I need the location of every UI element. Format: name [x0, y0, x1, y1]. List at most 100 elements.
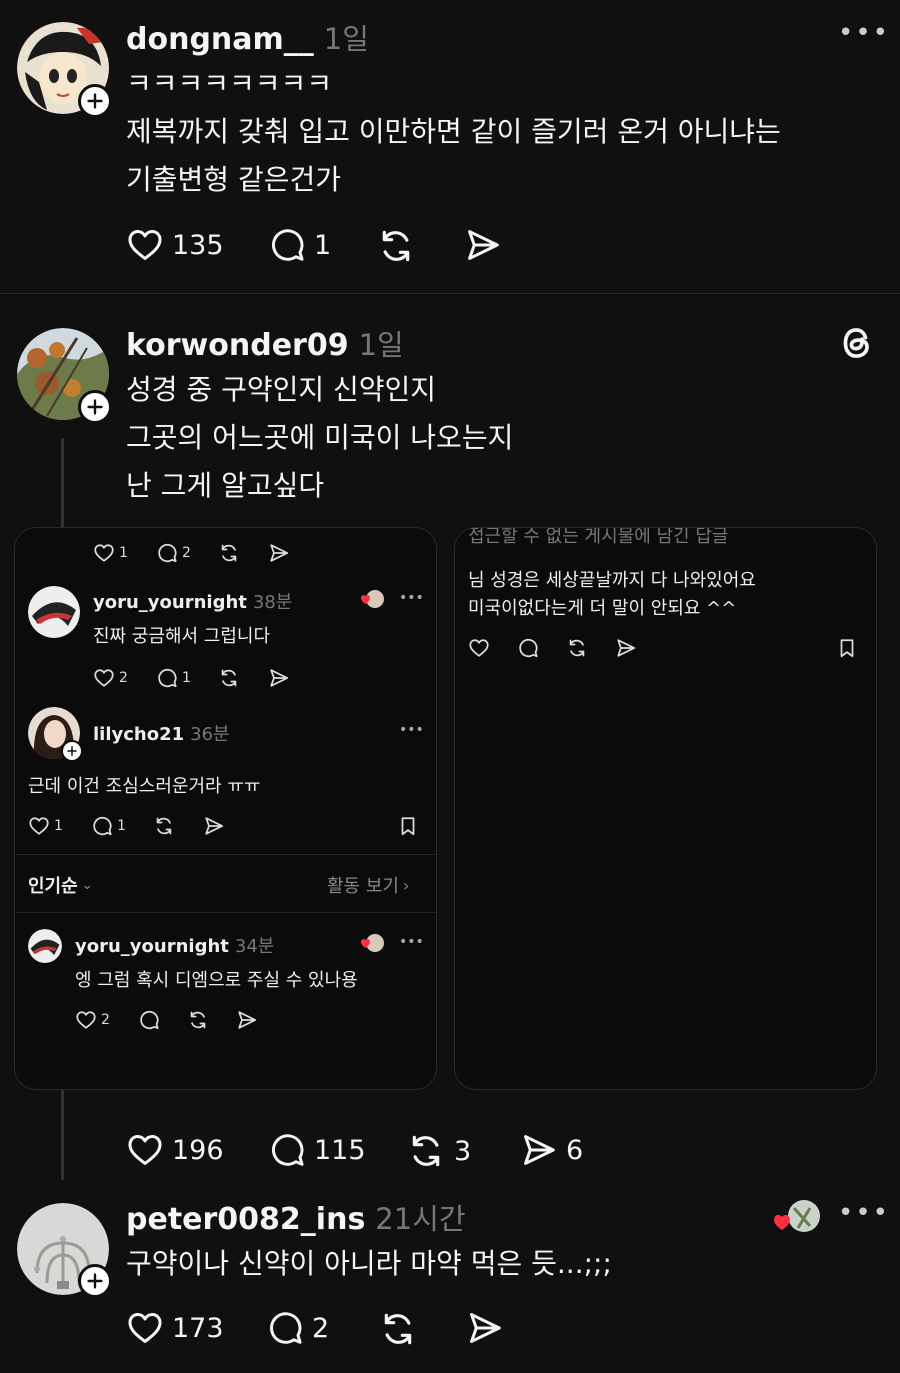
comment-icon — [266, 1309, 304, 1347]
threads-logo-icon[interactable] — [838, 323, 876, 367]
share-button[interactable] — [615, 637, 637, 659]
reply-button[interactable] — [138, 1009, 160, 1031]
repost-button[interactable] — [187, 1009, 209, 1031]
comment-icon — [517, 637, 539, 659]
bookmark-button[interactable] — [397, 815, 419, 837]
reply-time: 38분 — [252, 592, 293, 613]
heart-icon — [93, 667, 115, 689]
comment-icon — [156, 542, 178, 564]
comment-icon — [91, 815, 113, 837]
plus-icon — [84, 90, 106, 112]
share-icon — [203, 815, 225, 837]
like-count: 1 — [119, 545, 128, 561]
post-username[interactable]: dongnam__ — [126, 22, 314, 57]
like-button[interactable]: 1 — [93, 542, 128, 564]
more-icon[interactable]: ••• — [838, 1198, 890, 1228]
post-text-line: 제복까지 갖춰 입고 이만하면 같이 즐기러 온거 아니냐는 — [126, 115, 781, 148]
share-button[interactable]: 6 — [520, 1131, 583, 1169]
heart-icon — [93, 542, 115, 564]
reply-username[interactable]: yoru_yournight — [75, 936, 229, 957]
share-button[interactable] — [464, 226, 502, 264]
reply-text: 엥 그럼 혹시 디엠으로 주실 수 있나용 — [75, 970, 358, 991]
repost-button[interactable] — [218, 667, 240, 689]
bookmark-icon — [397, 815, 419, 837]
like-count: 173 — [172, 1312, 224, 1344]
reply-username[interactable]: lilycho21 — [93, 724, 184, 745]
reply-button[interactable] — [517, 637, 539, 659]
reply-text: 진짜 궁금해서 그럽니다 — [93, 626, 271, 647]
card-divider — [15, 854, 436, 855]
share-button[interactable] — [236, 1009, 258, 1031]
like-button[interactable]: 173 — [126, 1309, 224, 1347]
like-button[interactable]: 2 — [75, 1009, 110, 1031]
share-button[interactable] — [466, 1309, 504, 1347]
more-icon[interactable]: ••• — [399, 722, 424, 738]
repost-button[interactable] — [376, 226, 416, 266]
repost-button[interactable] — [218, 542, 240, 564]
avatar-illustration — [28, 929, 62, 963]
post-text-line: 기출변형 같은건가 — [126, 163, 341, 196]
post-username[interactable]: peter0082_ins — [126, 1202, 365, 1237]
post-username[interactable]: korwonder09 — [126, 328, 349, 363]
more-icon[interactable]: ••• — [399, 590, 424, 606]
reply-button[interactable]: 1 — [156, 667, 191, 689]
bookmark-button[interactable] — [836, 637, 858, 659]
heart-icon — [126, 1131, 164, 1169]
like-button[interactable] — [468, 637, 490, 659]
reply-count: 1 — [182, 670, 191, 686]
avatar[interactable] — [28, 586, 80, 638]
reply-username[interactable]: yoru_yournight — [93, 592, 247, 613]
reply-button[interactable]: 115 — [268, 1131, 366, 1169]
reply-time: 34분 — [234, 936, 275, 957]
like-button[interactable]: 196 — [126, 1131, 224, 1169]
reply-button[interactable]: 2 — [156, 542, 191, 564]
screenshot-card-left[interactable]: 1 2 yoru_yournight 38분 ••• 진짜 궁금해서 그럽니다 … — [14, 527, 437, 1090]
like-button[interactable]: 1 — [28, 815, 63, 837]
post-time: 21시간 — [375, 1202, 466, 1236]
more-icon[interactable]: ••• — [399, 934, 424, 950]
share-button[interactable] — [203, 815, 225, 837]
repost-button[interactable]: 3 — [406, 1131, 471, 1171]
like-count: 196 — [172, 1134, 224, 1166]
repost-icon — [378, 1309, 418, 1349]
reply-time: 36분 — [190, 724, 230, 745]
share-button[interactable] — [268, 667, 290, 689]
repost-icon — [218, 667, 240, 689]
share-icon — [236, 1009, 258, 1031]
reply-count: 2 — [312, 1312, 330, 1344]
reply-button[interactable]: 1 — [268, 226, 331, 264]
follow-plus-button[interactable] — [78, 1264, 112, 1298]
like-button[interactable]: 135 — [126, 226, 224, 264]
post-text-line: 난 그게 알고싶다 — [126, 469, 325, 502]
share-button[interactable] — [268, 542, 290, 564]
reply-button[interactable]: 1 — [91, 815, 126, 837]
like-count: 2 — [101, 1012, 110, 1028]
follow-plus-button[interactable] — [78, 84, 112, 118]
repost-button[interactable] — [566, 637, 588, 659]
plus-icon — [84, 396, 106, 418]
view-activity-link[interactable]: 활동 보기 › — [327, 872, 409, 898]
card-divider — [15, 912, 436, 913]
screenshot-card-right[interactable]: 접근할 수 없는 게시물에 남긴 답글 님 성경은 세상끝날까지 다 나와있어요… — [454, 527, 877, 1090]
reply-button[interactable]: 2 — [266, 1309, 329, 1347]
post-text-line: 그곳의 어느곳에 미국이 나오는지 — [126, 421, 514, 454]
repost-button[interactable] — [378, 1309, 418, 1349]
like-count: 1 — [54, 818, 63, 834]
share-icon — [520, 1131, 558, 1169]
activity-label: 활동 보기 — [327, 876, 399, 897]
reply-count: 1 — [117, 818, 126, 834]
heart-icon — [75, 1009, 97, 1031]
more-icon[interactable]: ••• — [838, 18, 890, 48]
reply-text: 님 성경은 세상끝날까지 다 나와있어요 — [468, 570, 756, 591]
repost-icon — [218, 542, 240, 564]
like-button[interactable]: 2 — [93, 667, 128, 689]
follow-plus-button[interactable] — [61, 740, 83, 762]
heart-icon — [468, 637, 490, 659]
sort-dropdown[interactable]: 인기순 ⌄ — [28, 872, 93, 898]
avatar[interactable] — [28, 929, 62, 963]
follow-plus-button[interactable] — [78, 390, 112, 424]
share-icon — [268, 542, 290, 564]
repost-button[interactable] — [153, 815, 175, 837]
repost-icon — [376, 226, 416, 266]
bookmark-icon — [836, 637, 858, 659]
